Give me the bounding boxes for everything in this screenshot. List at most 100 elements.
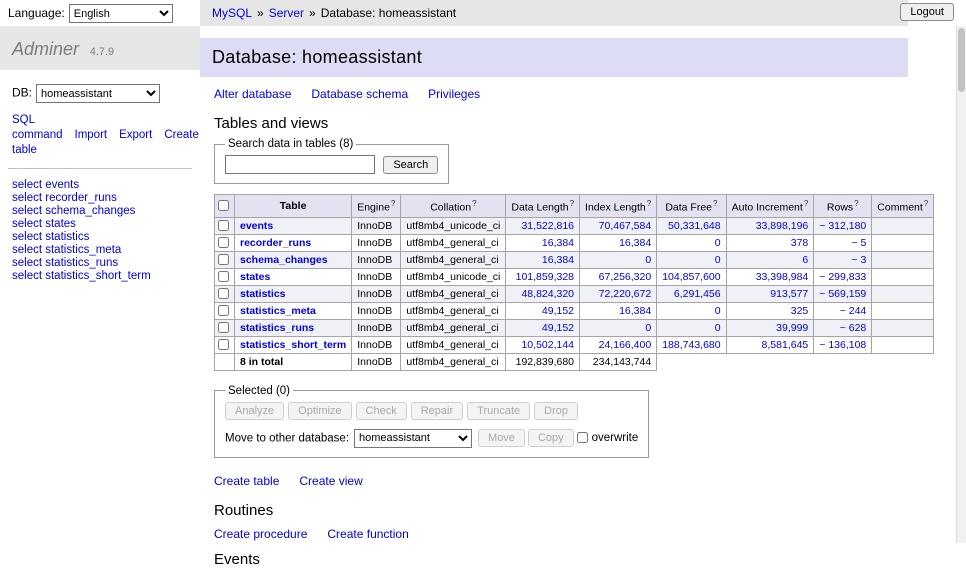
table-name-link[interactable]: statistics_runs [240,322,314,334]
help-icon[interactable]: ? [713,199,717,208]
language-select[interactable]: English [69,4,173,23]
auto-increment-cell-link[interactable]: 378 [791,237,809,249]
row-checkbox[interactable] [218,220,229,231]
row-checkbox[interactable] [218,271,229,282]
optimize-button[interactable]: Optimize [288,402,351,420]
copy-button[interactable]: Copy [528,429,574,447]
row-checkbox[interactable] [218,288,229,299]
data-free-cell-link[interactable]: 6,291,456 [674,288,721,300]
move-button[interactable]: Move [478,429,525,447]
sidebar-table-link[interactable]: select statistics_meta [12,244,188,257]
data-free-cell-link[interactable]: 0 [715,322,721,334]
rows-cell-link[interactable]: ~ 136,108 [819,339,866,351]
rows-cell-link[interactable]: ~ 628 [840,322,867,334]
rows-cell-link[interactable]: ~ 3 [851,254,866,266]
row-checkbox[interactable] [218,322,229,333]
breadcrumb-link[interactable]: MySQL [212,6,252,20]
auto-increment-cell-link[interactable]: 39,999 [776,322,808,334]
overwrite-checkbox[interactable] [577,432,588,443]
data-free-cell-link[interactable]: 0 [715,254,721,266]
row-checkbox[interactable] [218,254,229,265]
search-button[interactable]: Search [383,156,438,174]
db-action-link[interactable]: Alter database [214,87,291,101]
data-length-cell-link[interactable]: 49,152 [542,322,574,334]
help-icon[interactable]: ? [472,199,476,208]
auto-increment-cell-link[interactable]: 913,577 [770,288,808,300]
routine-link[interactable]: Create function [327,527,408,541]
sidebar-table-link[interactable]: select statistics [12,231,188,244]
data-length-cell-link[interactable]: 48,824,320 [521,288,574,300]
data-length-cell-link[interactable]: 10,502,144 [521,339,574,351]
sidebar-table-link[interactable]: select statistics_runs [12,257,188,270]
table-name-link[interactable]: statistics [240,288,286,300]
check-button[interactable]: Check [356,402,407,420]
table-name-link[interactable]: statistics_short_term [240,339,346,351]
data-length-cell-link[interactable]: 16,384 [542,254,574,266]
help-icon[interactable]: ? [647,199,651,208]
drop-button[interactable]: Drop [534,402,578,420]
logout-button[interactable]: Logout [900,3,954,21]
data-length-cell-link[interactable]: 101,859,328 [516,271,574,283]
data-length-cell-link[interactable]: 49,152 [542,305,574,317]
sidebar-menu-link[interactable]: Export [119,129,152,141]
table-name-link[interactable]: schema_changes [240,254,328,266]
help-icon[interactable]: ? [391,199,395,208]
index-length-cell-link[interactable]: 72,220,672 [599,288,652,300]
data-length-cell-link[interactable]: 31,522,816 [521,220,574,232]
rows-cell-link[interactable]: ~ 5 [851,237,866,249]
rows-cell-link[interactable]: ~ 569,159 [819,288,866,300]
search-input[interactable] [225,155,375,174]
help-icon[interactable]: ? [854,199,858,208]
sidebar-table-link[interactable]: select statistics_short_term [12,270,188,283]
db-action-link[interactable]: Privileges [428,87,480,101]
index-length-cell-link[interactable]: 0 [645,322,651,334]
row-checkbox[interactable] [218,305,229,316]
auto-increment-cell-link[interactable]: 33,898,196 [756,220,809,232]
sidebar-table-link[interactable]: select schema_changes [12,205,188,218]
index-length-cell-link[interactable]: 67,256,320 [599,271,652,283]
move-db-select[interactable]: homeassistant [354,429,472,448]
auto-increment-cell-link[interactable]: 33,398,984 [756,271,809,283]
rows-cell-link[interactable]: ~ 312,180 [819,220,866,232]
rows-cell-link[interactable]: ~ 299,833 [819,271,866,283]
help-icon[interactable]: ? [570,199,574,208]
index-length-cell-link[interactable]: 16,384 [619,237,651,249]
sidebar-table-link[interactable]: select states [12,218,188,231]
app-name-link[interactable]: Adminer [12,39,79,59]
table-name-link[interactable]: events [240,220,273,232]
index-length-cell-link[interactable]: 0 [645,254,651,266]
sidebar-menu-link[interactable]: Import [75,129,108,141]
sidebar-table-link[interactable]: select recorder_runs [12,192,188,205]
db-select[interactable]: homeassistant [36,84,160,103]
repair-button[interactable]: Repair [411,402,463,420]
table-name-link[interactable]: recorder_runs [240,237,311,249]
rows-cell-link[interactable]: ~ 244 [840,305,867,317]
breadcrumb-link[interactable]: Server [269,6,304,20]
row-checkbox[interactable] [218,339,229,350]
sidebar-table-link[interactable]: select events [12,179,188,192]
scrollbar-thumb[interactable] [958,28,965,92]
create-link[interactable]: Create view [299,474,362,488]
select-all-checkbox[interactable] [218,200,229,211]
db-action-link[interactable]: Database schema [311,87,408,101]
help-icon[interactable]: ? [924,199,928,208]
data-length-cell-link[interactable]: 16,384 [542,237,574,249]
row-checkbox[interactable] [218,237,229,248]
create-link[interactable]: Create table [214,474,279,488]
analyze-button[interactable]: Analyze [225,402,284,420]
data-free-cell-link[interactable]: 104,857,600 [662,271,720,283]
table-name-link[interactable]: statistics_meta [240,305,316,317]
index-length-cell-link[interactable]: 16,384 [619,305,651,317]
scrollbar[interactable] [956,26,966,543]
truncate-button[interactable]: Truncate [467,402,530,420]
data-free-cell-link[interactable]: 0 [715,305,721,317]
routine-link[interactable]: Create procedure [214,527,307,541]
index-length-cell-link[interactable]: 24,166,400 [599,339,652,351]
sidebar-menu-link[interactable]: SQL command [12,114,63,141]
auto-increment-cell-link[interactable]: 8,581,645 [762,339,809,351]
auto-increment-cell-link[interactable]: 325 [791,305,809,317]
help-icon[interactable]: ? [804,199,808,208]
table-name-link[interactable]: states [240,271,270,283]
data-free-cell-link[interactable]: 50,331,648 [668,220,721,232]
data-free-cell-link[interactable]: 188,743,680 [662,339,720,351]
